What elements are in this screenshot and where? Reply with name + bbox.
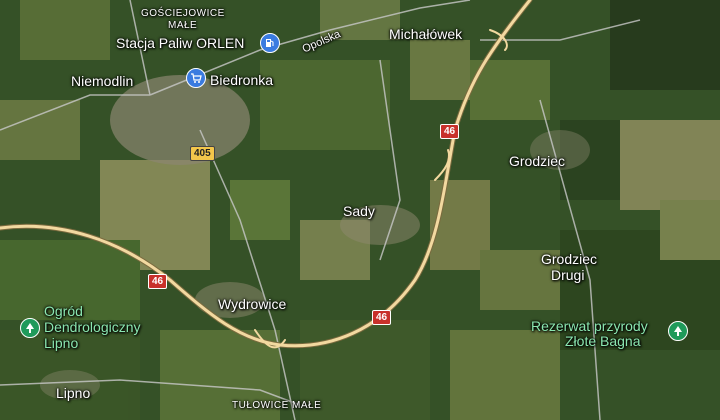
poi-label-ogrod-line1[interactable]: Ogród (44, 304, 83, 319)
poi-label-ogrod-line3[interactable]: Lipno (44, 336, 78, 351)
poi-marker-orlen[interactable] (260, 33, 280, 53)
road-shield-46-west: 46 (148, 274, 168, 289)
place-label-grodziec[interactable]: Grodziec (509, 153, 565, 169)
road-shield-46-south: 46 (372, 310, 392, 325)
place-label-wydrowice[interactable]: Wydrowice (218, 296, 286, 312)
place-label-michalowek[interactable]: Michałówek (389, 26, 462, 42)
poi-label-biedronka[interactable]: Biedronka (210, 72, 273, 88)
shopping-cart-icon (191, 73, 202, 83)
tree-icon (26, 323, 34, 333)
place-label-niemodlin[interactable]: Niemodlin (71, 73, 133, 89)
place-label-male: MAŁE (168, 20, 198, 31)
fuel-station-icon (266, 39, 274, 47)
poi-marker-rezerwat[interactable] (668, 321, 688, 341)
poi-label-orlen[interactable]: Stacja Paliw ORLEN (116, 35, 244, 51)
poi-marker-biedronka[interactable] (186, 68, 206, 88)
place-label-gosciejowice: GOŚCIEJOWICE (141, 8, 225, 19)
poi-marker-ogrod[interactable] (20, 318, 40, 338)
road-shield-46-north: 46 (440, 124, 460, 139)
poi-label-rezerwat-line2[interactable]: Złote Bagna (565, 334, 641, 349)
place-label-tulowice-male: TUŁOWICE MAŁE (232, 400, 322, 411)
place-label-grodziec-drugi-line1[interactable]: Grodziec (541, 251, 597, 267)
poi-label-ogrod-line2[interactable]: Dendrologiczny (44, 320, 141, 335)
tree-icon (674, 326, 682, 336)
place-label-sady[interactable]: Sady (343, 203, 375, 219)
poi-label-rezerwat-line1[interactable]: Rezerwat przyrody (531, 319, 648, 334)
place-label-grodziec-drugi-line2[interactable]: Drugi (551, 267, 584, 283)
place-label-lipno[interactable]: Lipno (56, 385, 90, 401)
road-shield-405: 405 (190, 146, 215, 161)
satellite-map[interactable]: GOŚCIEJOWICE MAŁE Michałówek Niemodlin G… (0, 0, 720, 420)
